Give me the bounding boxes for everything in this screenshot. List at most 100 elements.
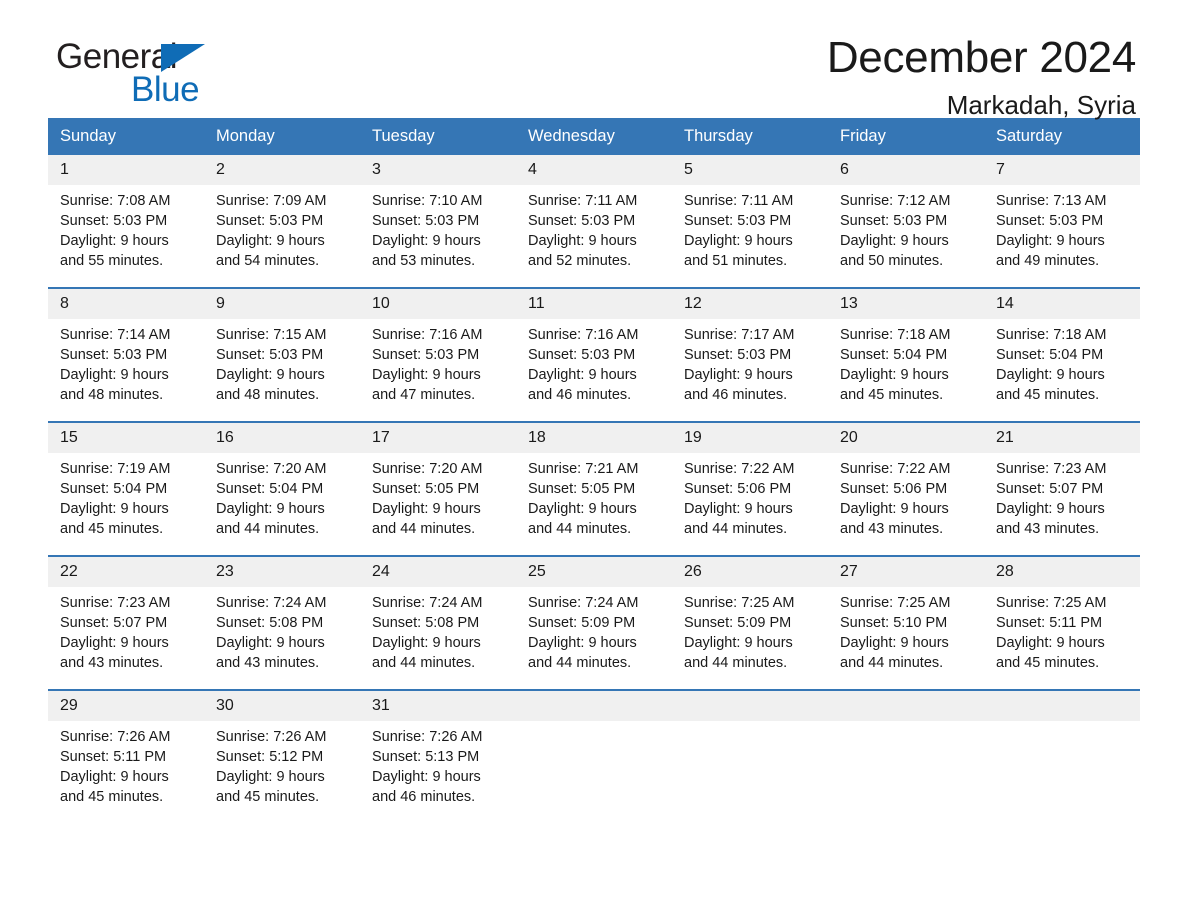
calendar-day-cell[interactable]: 18 Sunrise: 7:21 AM Sunset: 5:05 PM Dayligh… — [516, 421, 672, 556]
sunrise-text: Sunrise: 7:22 AM — [840, 461, 951, 477]
sunset-text: Sunset: 5:05 PM — [528, 481, 636, 497]
calendar-day-cell[interactable]: 8 Sunrise: 7:14 AM Sunset: 5:03 PM Daylight… — [48, 287, 204, 422]
day-number: 26 — [672, 557, 828, 587]
day-number: 27 — [828, 557, 984, 587]
calendar-day-cell[interactable]: 11 Sunrise: 7:16 AM Sunset: 5:03 PM Dayligh… — [516, 287, 672, 422]
calendar-day-cell[interactable]: 23 Sunrise: 7:24 AM Sunset: 5:08 PM Dayligh… — [204, 555, 360, 690]
sunrise-text: Sunrise: 7:21 AM — [528, 461, 639, 477]
day-number: 2 — [204, 155, 360, 185]
day-number: 20 — [828, 423, 984, 453]
day-details: Sunrise: 7:17 AM Sunset: 5:03 PM Daylight:… — [672, 319, 828, 405]
daylight-text-line1: Daylight: 9 hours — [60, 769, 169, 785]
calendar-day-cell[interactable]: 3 Sunrise: 7:10 AM Sunset: 5:03 PM Daylight… — [360, 155, 516, 288]
calendar-day-cell-empty — [984, 689, 1140, 817]
daylight-text-line2: and 53 minutes. — [372, 253, 476, 269]
sunset-text: Sunset: 5:03 PM — [60, 347, 168, 363]
sunrise-text: Sunrise: 7:20 AM — [372, 461, 483, 477]
day-details: Sunrise: 7:22 AM Sunset: 5:06 PM Daylight:… — [828, 453, 984, 539]
daylight-text-line2: and 45 minutes. — [60, 789, 164, 805]
calendar-day-cell[interactable]: 31 Sunrise: 7:26 AM Sunset: 5:13 PM Dayligh… — [360, 689, 516, 817]
sunrise-text: Sunrise: 7:23 AM — [996, 461, 1107, 477]
day-number: 13 — [828, 289, 984, 319]
calendar-day-cell[interactable]: 19 Sunrise: 7:22 AM Sunset: 5:06 PM Dayligh… — [672, 421, 828, 556]
sunset-text: Sunset: 5:04 PM — [216, 481, 324, 497]
day-number — [828, 691, 984, 721]
day-number: 3 — [360, 155, 516, 185]
day-details — [984, 721, 1140, 727]
day-details: Sunrise: 7:12 AM Sunset: 5:03 PM Daylight:… — [828, 185, 984, 271]
day-details: Sunrise: 7:23 AM Sunset: 5:07 PM Daylight:… — [48, 587, 204, 673]
day-details — [516, 721, 672, 727]
day-number: 1 — [48, 155, 204, 185]
sunset-text: Sunset: 5:03 PM — [528, 213, 636, 229]
calendar-day-cell[interactable]: 26 Sunrise: 7:25 AM Sunset: 5:09 PM Dayligh… — [672, 555, 828, 690]
sunrise-text: Sunrise: 7:25 AM — [684, 595, 795, 611]
calendar-day-cell[interactable]: 24 Sunrise: 7:24 AM Sunset: 5:08 PM Dayligh… — [360, 555, 516, 690]
daylight-text-line1: Daylight: 9 hours — [840, 367, 949, 383]
calendar-page: General Blue December 2024 Markadah, Syr… — [0, 0, 1188, 918]
calendar-day-cell[interactable]: 21 Sunrise: 7:23 AM Sunset: 5:07 PM Dayligh… — [984, 421, 1140, 556]
calendar-day-cell[interactable]: 17 Sunrise: 7:20 AM Sunset: 5:05 PM Dayligh… — [360, 421, 516, 556]
sunrise-text: Sunrise: 7:23 AM — [60, 595, 171, 611]
day-number: 8 — [48, 289, 204, 319]
calendar-day-cell[interactable]: 28 Sunrise: 7:25 AM Sunset: 5:11 PM Dayligh… — [984, 555, 1140, 690]
sunset-text: Sunset: 5:03 PM — [216, 213, 324, 229]
calendar-day-cell[interactable]: 10 Sunrise: 7:16 AM Sunset: 5:03 PM Dayligh… — [360, 287, 516, 422]
calendar-day-cell[interactable]: 9 Sunrise: 7:15 AM Sunset: 5:03 PM Daylight… — [204, 287, 360, 422]
sunset-text: Sunset: 5:06 PM — [840, 481, 948, 497]
calendar-day-cell[interactable]: 5 Sunrise: 7:11 AM Sunset: 5:03 PM Daylight… — [672, 155, 828, 288]
calendar-day-cell[interactable]: 30 Sunrise: 7:26 AM Sunset: 5:12 PM Dayligh… — [204, 689, 360, 817]
calendar-day-cell[interactable]: 22 Sunrise: 7:23 AM Sunset: 5:07 PM Dayligh… — [48, 555, 204, 690]
calendar-day-cell[interactable]: 6 Sunrise: 7:12 AM Sunset: 5:03 PM Daylight… — [828, 155, 984, 288]
daylight-text-line2: and 45 minutes. — [996, 387, 1100, 403]
daylight-text-line2: and 45 minutes. — [996, 655, 1100, 671]
calendar-day-cell[interactable]: 20 Sunrise: 7:22 AM Sunset: 5:06 PM Dayligh… — [828, 421, 984, 556]
calendar-day-cell[interactable]: 7 Sunrise: 7:13 AM Sunset: 5:03 PM Daylight… — [984, 155, 1140, 288]
calendar-day-cell[interactable]: 25 Sunrise: 7:24 AM Sunset: 5:09 PM Dayligh… — [516, 555, 672, 690]
calendar-day-cell[interactable]: 13 Sunrise: 7:18 AM Sunset: 5:04 PM Dayligh… — [828, 287, 984, 422]
daylight-text-line2: and 44 minutes. — [372, 655, 476, 671]
daylight-text-line1: Daylight: 9 hours — [684, 367, 793, 383]
daylight-text-line1: Daylight: 9 hours — [996, 635, 1105, 651]
page-header: General Blue December 2024 Markadah, Syr… — [48, 0, 1140, 120]
day-details: Sunrise: 7:16 AM Sunset: 5:03 PM Daylight:… — [360, 319, 516, 405]
day-details: Sunrise: 7:21 AM Sunset: 5:05 PM Daylight:… — [516, 453, 672, 539]
calendar-day-cell[interactable]: 29 Sunrise: 7:26 AM Sunset: 5:11 PM Dayligh… — [48, 689, 204, 817]
calendar-day-cell[interactable]: 12 Sunrise: 7:17 AM Sunset: 5:03 PM Dayligh… — [672, 287, 828, 422]
day-number: 11 — [516, 289, 672, 319]
day-details: Sunrise: 7:16 AM Sunset: 5:03 PM Daylight:… — [516, 319, 672, 405]
general-blue-logo[interactable]: General Blue — [56, 38, 316, 114]
calendar-day-cell[interactable]: 4 Sunrise: 7:11 AM Sunset: 5:03 PM Daylight… — [516, 155, 672, 288]
sunrise-text: Sunrise: 7:15 AM — [216, 327, 327, 343]
calendar-day-cell[interactable]: 14 Sunrise: 7:18 AM Sunset: 5:04 PM Dayligh… — [984, 287, 1140, 422]
day-details: Sunrise: 7:20 AM Sunset: 5:05 PM Daylight:… — [360, 453, 516, 539]
calendar-day-cell[interactable]: 15 Sunrise: 7:19 AM Sunset: 5:04 PM Dayligh… — [48, 421, 204, 556]
sunset-text: Sunset: 5:03 PM — [372, 213, 480, 229]
day-number: 10 — [360, 289, 516, 319]
calendar-day-cell[interactable]: 16 Sunrise: 7:20 AM Sunset: 5:04 PM Dayligh… — [204, 421, 360, 556]
calendar-week-row: 22 Sunrise: 7:23 AM Sunset: 5:07 PM Dayligh… — [48, 555, 1140, 690]
daylight-text-line2: and 43 minutes. — [996, 521, 1100, 537]
day-details — [828, 721, 984, 727]
daylight-text-line2: and 46 minutes. — [372, 789, 476, 805]
daylight-text-line1: Daylight: 9 hours — [216, 501, 325, 517]
day-details: Sunrise: 7:25 AM Sunset: 5:10 PM Daylight:… — [828, 587, 984, 673]
daylight-text-line2: and 48 minutes. — [60, 387, 164, 403]
day-number — [984, 691, 1140, 721]
daylight-text-line1: Daylight: 9 hours — [372, 501, 481, 517]
daylight-text-line1: Daylight: 9 hours — [372, 367, 481, 383]
daylight-text-line2: and 44 minutes. — [528, 521, 632, 537]
daylight-text-line2: and 49 minutes. — [996, 253, 1100, 269]
sunrise-text: Sunrise: 7:09 AM — [216, 193, 327, 209]
sunrise-text: Sunrise: 7:25 AM — [996, 595, 1107, 611]
daylight-text-line1: Daylight: 9 hours — [840, 233, 949, 249]
day-details: Sunrise: 7:11 AM Sunset: 5:03 PM Daylight:… — [516, 185, 672, 271]
calendar-day-cell[interactable]: 1 Sunrise: 7:08 AM Sunset: 5:03 PM Daylight… — [48, 155, 204, 288]
day-number: 30 — [204, 691, 360, 721]
weekday-header-thursday: Thursday — [672, 118, 828, 155]
calendar-day-cell[interactable]: 2 Sunrise: 7:09 AM Sunset: 5:03 PM Daylight… — [204, 155, 360, 288]
sunset-text: Sunset: 5:08 PM — [372, 615, 480, 631]
day-details: Sunrise: 7:24 AM Sunset: 5:08 PM Daylight:… — [204, 587, 360, 673]
calendar-day-cell[interactable]: 27 Sunrise: 7:25 AM Sunset: 5:10 PM Dayligh… — [828, 555, 984, 690]
sunrise-text: Sunrise: 7:08 AM — [60, 193, 171, 209]
